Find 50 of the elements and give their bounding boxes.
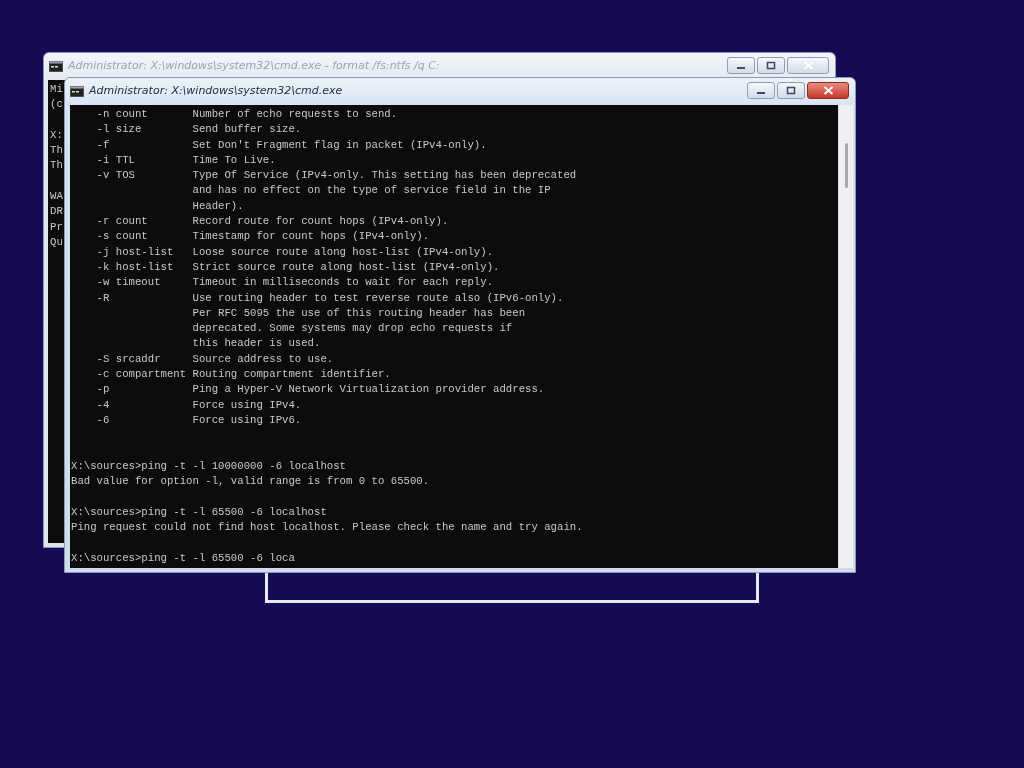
console-text: Pr bbox=[50, 219, 63, 235]
console-text: Th bbox=[50, 158, 63, 174]
console-text: Ping request could not find host localhost. Please check the name and try again. bbox=[71, 520, 583, 535]
console-text: DR bbox=[50, 204, 63, 220]
console-text: -c compartment Routing compartment identifier. bbox=[95, 367, 391, 383]
console-icon bbox=[70, 85, 84, 97]
console-text: -n count Number of echo requests to send. bbox=[95, 107, 398, 122]
console-text: Bad value for option -l, valid range is from 0 to 65500. bbox=[71, 474, 430, 490]
console-text: Qu bbox=[50, 234, 63, 250]
console-text: -j host-list Loose source route along host-list (IPv4-only). bbox=[95, 244, 494, 260]
console-text: X: bbox=[50, 127, 63, 143]
console-text: Per RFC 5095 the use of this routing header has been bbox=[191, 305, 526, 321]
console-text: -R Use routing header to test reverse route also (IPv6-only). bbox=[95, 290, 564, 306]
scrollbar-thumb[interactable] bbox=[845, 143, 848, 188]
console-text: this header is used. bbox=[191, 336, 321, 352]
maximize-button[interactable] bbox=[757, 57, 785, 74]
minimize-button[interactable] bbox=[747, 82, 775, 99]
console-text: -i TTL Time To Live. bbox=[95, 152, 276, 168]
console-text: -4 Force using IPv4. bbox=[95, 397, 302, 413]
console-text: (c bbox=[50, 97, 63, 113]
console-text: and has no effect on the type of service field in the IP bbox=[191, 183, 551, 199]
close-button[interactable] bbox=[807, 82, 849, 99]
window-title: Administrator: X:\windows\system32\cmd.exe bbox=[89, 82, 343, 99]
scrollbar[interactable] bbox=[839, 105, 853, 568]
maximize-icon bbox=[786, 86, 796, 95]
console-text: Th bbox=[50, 143, 63, 159]
console-text: -l size Send buffer size. bbox=[95, 122, 302, 138]
console-text: Header). bbox=[191, 198, 244, 214]
console-text: -6 Force using IPv6. bbox=[95, 412, 302, 428]
close-icon bbox=[802, 61, 814, 70]
minimize-button[interactable] bbox=[727, 57, 755, 74]
console-text: -f Set Don't Fragment flag in packet (IPv4-only). bbox=[95, 137, 487, 153]
console-text: Mi bbox=[50, 82, 63, 97]
console-text: -p Ping a Hyper-V Network Virtualization provider address. bbox=[95, 382, 545, 398]
console-text: -S srcaddr Source address to use. bbox=[95, 351, 334, 367]
console-text: X:\sources>ping -t -l 65500 -6 localhost bbox=[71, 504, 327, 520]
console-text: WA bbox=[50, 189, 63, 205]
console-text: -w timeout Timeout in milliseconds to wait for each reply. bbox=[95, 275, 494, 291]
console-text: -v TOS Type Of Service (IPv4-only. This setting has been deprecated bbox=[95, 168, 577, 184]
console-text: -s count Timestamp for count hops (IPv4-only). bbox=[95, 229, 430, 245]
console-text: X:\sources>ping -t -l 10000000 -6 localhost bbox=[71, 458, 346, 474]
console-icon bbox=[49, 60, 63, 72]
console-text: -k host-list Strict source route along host-list (IPv4-only). bbox=[95, 259, 500, 275]
console-text: X:\sources>ping -t -l 65500 -6 loca bbox=[71, 550, 295, 566]
maximize-icon bbox=[766, 61, 776, 70]
console-text: -r count Record route for count hops (IPv4-only). bbox=[95, 214, 449, 230]
close-icon bbox=[822, 86, 834, 95]
window-title: Administrator: X:\windows\system32\cmd.exe - format /fs:ntfs /q C: bbox=[68, 57, 440, 74]
console-text: deprecated. Some systems may drop echo requests if bbox=[191, 321, 513, 337]
maximize-button[interactable] bbox=[777, 82, 805, 99]
